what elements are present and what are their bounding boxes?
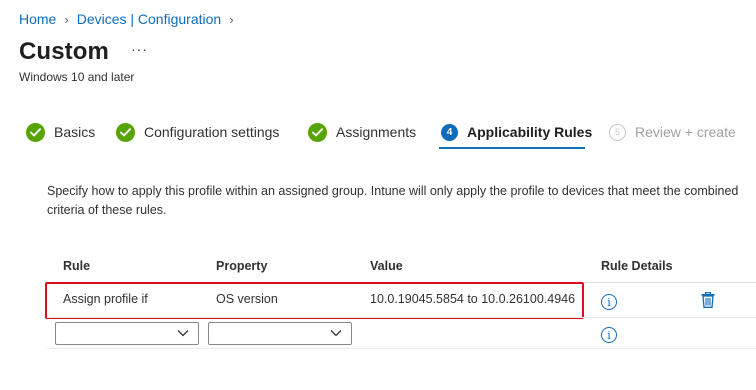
chevron-down-icon: [177, 330, 189, 337]
checkmark-icon: [308, 122, 327, 142]
column-header-value: Value: [370, 259, 403, 273]
chevron-down-icon: [330, 330, 342, 337]
property-dropdown[interactable]: [208, 322, 352, 345]
wizard-steps: Basics Configuration settings Assignment…: [26, 121, 756, 151]
step-assignments[interactable]: Assignments: [308, 121, 416, 143]
step-label: Review + create: [635, 124, 736, 140]
chevron-right-icon: ›: [229, 11, 234, 27]
delete-icon[interactable]: [701, 292, 715, 308]
step-configuration-settings[interactable]: Configuration settings: [116, 121, 279, 143]
checkmark-icon: [116, 122, 135, 142]
info-icon[interactable]: i: [601, 327, 617, 343]
step-basics[interactable]: Basics: [26, 121, 95, 143]
column-header-rule-details: Rule Details: [601, 259, 673, 273]
active-step-indicator: [439, 147, 585, 149]
breadcrumb: Home › Devices | Configuration ›: [19, 11, 242, 27]
highlight-box: [45, 282, 584, 319]
step-label: Basics: [54, 124, 96, 140]
row-divider: [47, 317, 756, 318]
rule-dropdown[interactable]: [55, 322, 199, 345]
step-review-create[interactable]: 5 Review + create: [609, 121, 736, 143]
info-icon[interactable]: i: [601, 294, 617, 310]
more-options-button[interactable]: ···: [131, 41, 148, 57]
step-label: Assignments: [336, 124, 417, 140]
breadcrumb-devices-configuration-link[interactable]: Devices | Configuration: [77, 11, 221, 27]
step-number-badge: 5: [609, 123, 626, 141]
column-header-property: Property: [216, 259, 268, 273]
chevron-right-icon: ›: [64, 11, 69, 27]
page-subtitle: Windows 10 and later: [19, 70, 135, 84]
breadcrumb-home-link[interactable]: Home: [19, 11, 56, 27]
step-label: Applicability Rules: [467, 124, 593, 140]
description-text: Specify how to apply this profile within…: [47, 184, 739, 217]
step-number-badge: 4: [441, 123, 458, 141]
column-header-rule: Rule: [63, 259, 91, 273]
page-header: Custom ···: [19, 38, 148, 66]
page-title: Custom: [19, 38, 109, 65]
step-applicability-rules[interactable]: 4 Applicability Rules: [441, 121, 592, 143]
row-divider: [47, 348, 756, 349]
checkmark-icon: [26, 122, 45, 142]
step-label: Configuration settings: [144, 124, 280, 140]
